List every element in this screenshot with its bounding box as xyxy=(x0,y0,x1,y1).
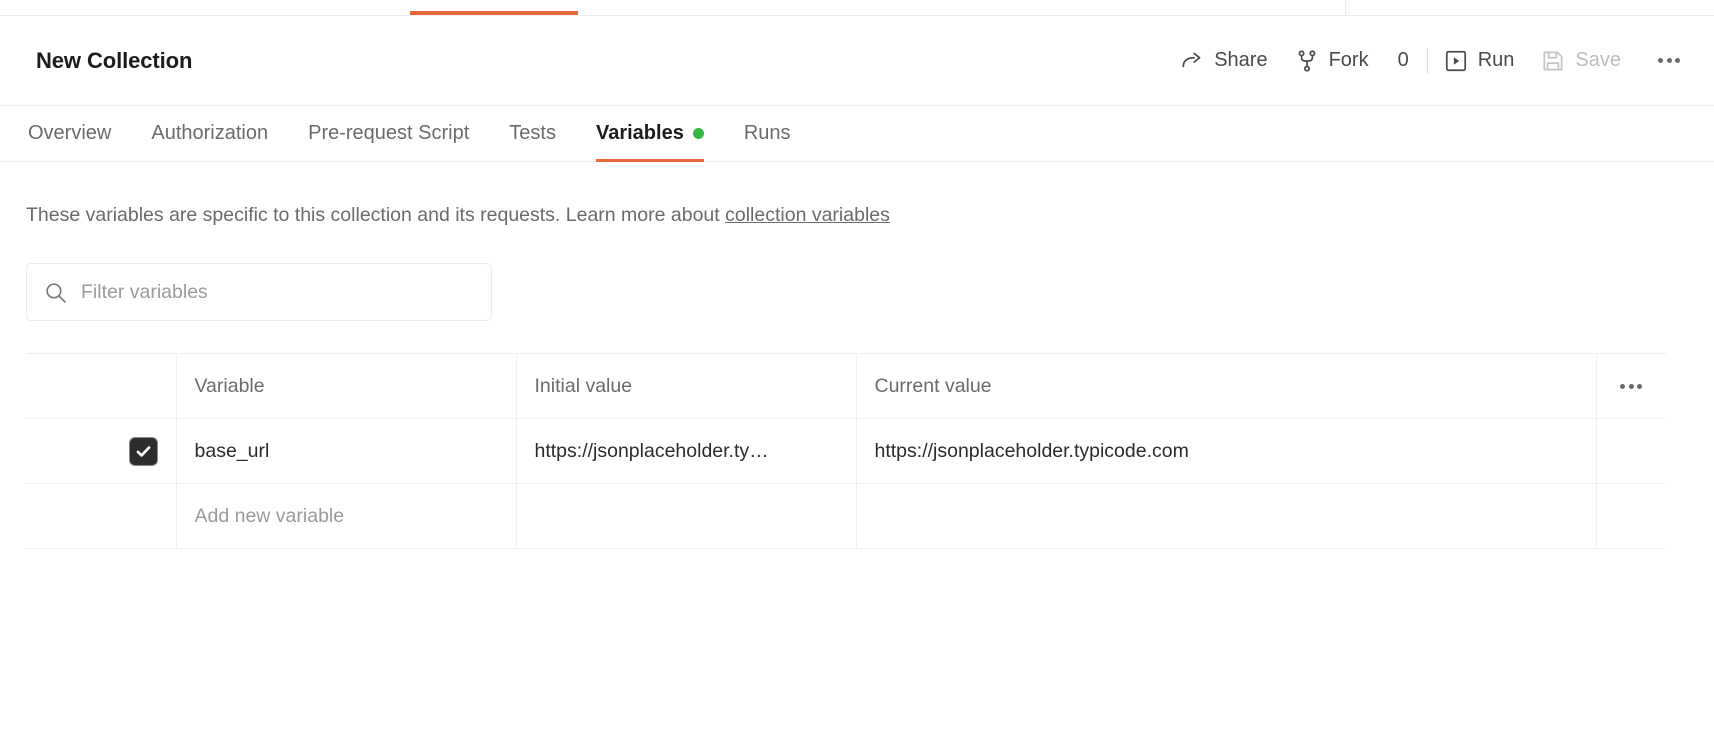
active-tab-indicator xyxy=(410,11,578,15)
header-cell-checkbox xyxy=(26,353,177,420)
variable-enabled-checkbox-wrap xyxy=(26,419,175,483)
tab-strip-divider xyxy=(1345,0,1346,15)
fork-count: 0 xyxy=(1397,49,1409,71)
fork-button[interactable]: Fork xyxy=(1281,41,1382,81)
tab-variables-label: Variables xyxy=(595,122,684,144)
play-run-icon xyxy=(1443,48,1469,74)
save-button-label: Save xyxy=(1575,49,1621,71)
cell-initial-value[interactable]: https://jsonplaceholder.ty… xyxy=(516,418,857,485)
add-row-checkbox-cell xyxy=(26,483,177,550)
share-button[interactable]: Share xyxy=(1166,41,1280,81)
run-button[interactable]: Run xyxy=(1430,41,1528,81)
cell-current-value[interactable]: https://jsonplaceholder.typicode.com xyxy=(856,418,1597,485)
tab-pre-request-script-label: Pre-request Script xyxy=(308,122,470,144)
variables-table: Variable Initial value Current value bas… xyxy=(26,353,1667,550)
table-header-row: Variable Initial value Current value xyxy=(26,353,1667,420)
table-row: base_url https://jsonplaceholder.ty… htt… xyxy=(26,418,1666,485)
header-actions: Share Fork 0 Run Save xyxy=(1166,41,1690,81)
add-new-variable-row[interactable]: Add new variable xyxy=(26,483,1666,550)
share-arrow-icon xyxy=(1179,48,1205,74)
tab-tests[interactable]: Tests xyxy=(489,106,576,161)
collection-tabs: Overview Authorization Pre-request Scrip… xyxy=(0,106,1714,162)
tab-authorization-label: Authorization xyxy=(151,122,269,144)
search-icon xyxy=(43,280,68,305)
share-button-label: Share xyxy=(1214,49,1268,71)
variables-pane: These variables are specific to this col… xyxy=(0,162,1714,550)
tab-pre-request-script[interactable]: Pre-request Script xyxy=(288,106,489,161)
more-horizontal-icon xyxy=(1620,383,1643,389)
cell-variable-name[interactable]: base_url xyxy=(176,418,517,485)
header-cell-variable: Variable xyxy=(176,353,517,420)
header-cell-options xyxy=(1596,353,1667,420)
run-button-label: Run xyxy=(1477,49,1515,71)
more-horizontal-icon xyxy=(1658,58,1680,63)
workspace-tab-strip xyxy=(0,0,1714,16)
collection-header: New Collection Share Fork 0 Run Save xyxy=(0,16,1714,106)
add-row-options-cell xyxy=(1596,483,1666,550)
action-divider xyxy=(1426,47,1428,74)
cell-row-options xyxy=(1596,418,1666,485)
add-row-initial-value-cell[interactable] xyxy=(516,483,857,550)
tab-authorization[interactable]: Authorization xyxy=(131,106,288,161)
header-more-options-button[interactable] xyxy=(1648,44,1690,78)
header-cell-initial-value: Initial value xyxy=(516,353,857,420)
variables-description: These variables are specific to this col… xyxy=(26,162,1690,229)
page-title: New Collection xyxy=(36,47,193,73)
filter-variables-input[interactable] xyxy=(81,280,475,304)
tab-runs[interactable]: Runs xyxy=(724,106,811,161)
collection-variables-link[interactable]: collection variables xyxy=(725,204,890,226)
tab-overview-label: Overview xyxy=(28,122,112,144)
header-cell-current-value: Current value xyxy=(856,353,1597,420)
add-row-current-value-cell[interactable] xyxy=(856,483,1597,550)
floppy-save-icon xyxy=(1540,48,1566,74)
save-button[interactable]: Save xyxy=(1527,41,1634,81)
filter-variables-field[interactable] xyxy=(26,263,492,322)
variable-enabled-checkbox[interactable] xyxy=(128,436,158,466)
table-options-button[interactable] xyxy=(1597,354,1667,418)
tab-overview[interactable]: Overview xyxy=(28,106,131,161)
tab-runs-label: Runs xyxy=(743,122,791,144)
add-new-variable-placeholder[interactable]: Add new variable xyxy=(176,483,517,550)
tab-variables[interactable]: Variables xyxy=(576,106,724,162)
fork-button-label: Fork xyxy=(1328,49,1369,71)
unsaved-changes-dot-icon xyxy=(692,128,704,139)
tab-tests-label: Tests xyxy=(509,122,556,144)
variables-description-text: These variables are specific to this col… xyxy=(26,204,726,226)
row-checkbox-cell xyxy=(26,418,177,485)
fork-branch-icon xyxy=(1294,48,1320,74)
